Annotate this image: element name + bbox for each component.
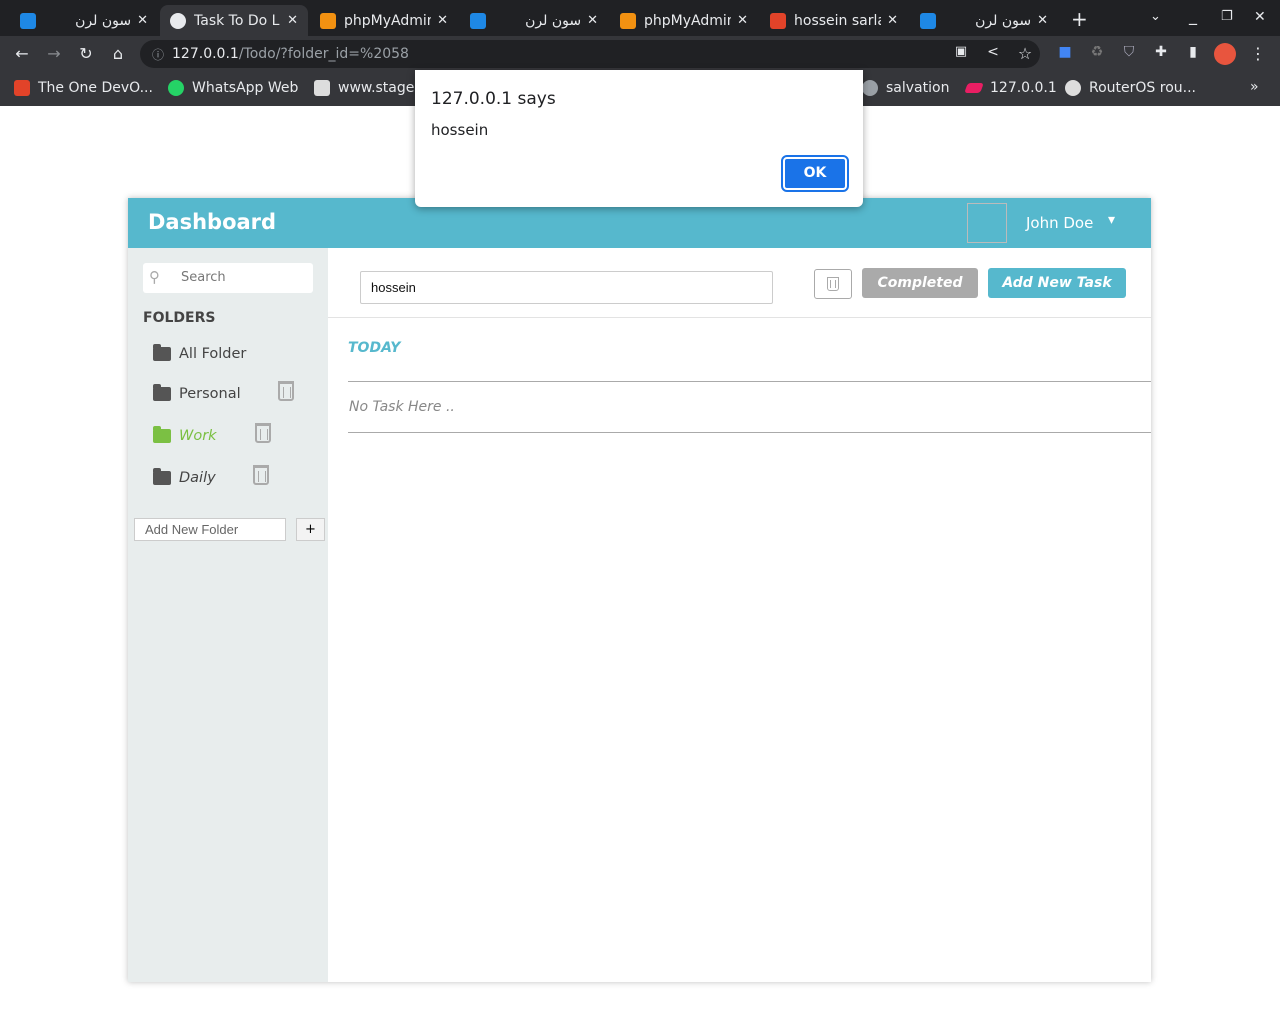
- forward-icon[interactable]: →: [44, 44, 64, 63]
- delete-tasks-button[interactable]: [814, 269, 852, 299]
- info-icon: ⓘ: [152, 47, 165, 62]
- phpmyadmin-icon: [620, 12, 636, 29]
- whatsapp-icon: [168, 80, 184, 96]
- gitlab-icon: [14, 80, 30, 96]
- completed-button[interactable]: Completed: [862, 268, 978, 298]
- bookmark[interactable]: 127.0.0.1: [964, 80, 1057, 96]
- globe-icon: [862, 80, 878, 96]
- bookmark-star-icon[interactable]: ☆: [1015, 44, 1035, 63]
- folder-icon: [153, 426, 171, 443]
- share-icon[interactable]: <: [983, 44, 1003, 60]
- tab[interactable]: سون لرن ✕: [460, 5, 608, 36]
- dashboard-panel: Dashboard John Doe ▾ ⚲ Search FOLDERS All…: [128, 198, 1151, 982]
- trash-icon: [827, 277, 839, 291]
- tab[interactable]: سون لرن ✕: [10, 5, 158, 36]
- bookmark[interactable]: www.stage: [314, 80, 414, 96]
- alert-dialog: 127.0.0.1 says hossein OK: [415, 70, 863, 207]
- extensions-puzzle-icon[interactable]: ✚: [1151, 44, 1171, 60]
- divider: [348, 381, 1151, 382]
- page-title: Dashboard: [148, 210, 277, 234]
- reload-icon[interactable]: ↻: [76, 44, 96, 63]
- address-bar[interactable]: ⓘ 127.0.0.1/Todo/?folder_id=%2058: [140, 40, 1040, 68]
- gitlab-icon: [770, 12, 786, 29]
- tab-search-chevron-icon[interactable]: ⌄: [1150, 9, 1161, 24]
- folder-personal[interactable]: Personal: [153, 384, 241, 402]
- divider: [328, 317, 1151, 318]
- folder-icon: [153, 468, 171, 485]
- add-new-task-button[interactable]: Add New Task: [988, 268, 1126, 298]
- tab-strip: سون لرن ✕ Task To Do L ✕ phpMyAdmin ✕ سون ل…: [0, 0, 1280, 36]
- ok-button[interactable]: OK: [781, 155, 849, 192]
- bookmark[interactable]: salvation: [862, 80, 949, 96]
- tab[interactable]: phpMyAdmin ✕: [610, 5, 758, 36]
- folder-icon: [153, 384, 171, 401]
- sevenlearn-icon: [470, 12, 486, 29]
- restore-button[interactable]: ❐: [1221, 9, 1233, 24]
- close-tab-icon[interactable]: ✕: [437, 13, 448, 28]
- minimize-button[interactable]: _: [1189, 6, 1197, 25]
- sevenlearn-icon: [920, 12, 936, 29]
- tab-active[interactable]: Task To Do L ✕: [160, 5, 308, 36]
- home-icon[interactable]: ⌂: [108, 44, 128, 63]
- folders-heading: FOLDERS: [143, 310, 216, 326]
- search-input[interactable]: ⚲ Search: [143, 263, 313, 293]
- close-tab-icon[interactable]: ✕: [737, 13, 748, 28]
- stage-icon: [314, 80, 330, 96]
- folder-all[interactable]: All Folder: [153, 344, 246, 362]
- tab[interactable]: سون لرن ✕: [910, 5, 1058, 36]
- more-bookmarks-icon[interactable]: »: [1250, 79, 1259, 95]
- side-panel-icon[interactable]: ▮: [1183, 44, 1203, 60]
- delete-folder-trash-icon[interactable]: [255, 423, 271, 443]
- recycle-extension-icon[interactable]: ♻: [1087, 44, 1107, 60]
- translate-icon[interactable]: ▣: [951, 44, 971, 59]
- back-icon[interactable]: ←: [12, 44, 32, 63]
- empty-state: No Task Here ..: [349, 399, 455, 415]
- dialog-message: hossein: [431, 121, 489, 139]
- close-tab-icon[interactable]: ✕: [287, 13, 298, 28]
- close-window-button[interactable]: ✕: [1254, 9, 1266, 25]
- chevron-down-icon[interactable]: ▾: [1108, 212, 1115, 228]
- section-heading-today: TODAY: [348, 340, 401, 356]
- close-tab-icon[interactable]: ✕: [587, 13, 598, 28]
- delete-folder-trash-icon[interactable]: [278, 381, 294, 401]
- task-input[interactable]: hossein: [360, 271, 773, 304]
- close-tab-icon[interactable]: ✕: [887, 13, 898, 28]
- tab[interactable]: phpMyAdmin ✕: [310, 5, 458, 36]
- search-icon: ⚲: [149, 268, 160, 286]
- bookmark[interactable]: The One DevO...: [14, 80, 153, 96]
- phpmyadmin-icon: [320, 12, 336, 29]
- sidebar: ⚲ Search FOLDERS All Folder Personal Work…: [128, 248, 328, 982]
- menu-kebab-icon[interactable]: ⋮: [1248, 44, 1268, 63]
- avatar-broken-image[interactable]: [967, 203, 1007, 243]
- close-tab-icon[interactable]: ✕: [137, 13, 148, 28]
- routeros-icon: [1065, 80, 1081, 96]
- slashes-icon: [964, 83, 984, 93]
- sevenlearn-icon: [20, 12, 36, 29]
- close-tab-icon[interactable]: ✕: [1037, 13, 1048, 28]
- globe-icon: [170, 12, 186, 29]
- folder-work[interactable]: Work: [153, 426, 217, 444]
- divider: [348, 432, 1151, 433]
- delete-folder-trash-icon[interactable]: [253, 465, 269, 485]
- tab[interactable]: hossein sarla ✕: [760, 5, 908, 36]
- add-folder-button[interactable]: +: [296, 518, 325, 541]
- folder-daily[interactable]: Daily: [153, 468, 216, 486]
- profile-avatar[interactable]: [1214, 43, 1236, 65]
- shield-extension-icon[interactable]: ⛉: [1119, 44, 1139, 60]
- bookmark[interactable]: RouterOS rou...: [1065, 80, 1196, 96]
- google-translate-extension-icon[interactable]: ■: [1055, 44, 1075, 60]
- folder-icon: [153, 344, 171, 361]
- user-name[interactable]: John Doe: [1026, 214, 1093, 232]
- new-tab-button[interactable]: +: [1071, 7, 1088, 31]
- new-folder-input[interactable]: Add New Folder: [134, 518, 286, 541]
- bookmark[interactable]: WhatsApp Web: [168, 80, 298, 96]
- dialog-title: 127.0.0.1 says: [431, 89, 556, 109]
